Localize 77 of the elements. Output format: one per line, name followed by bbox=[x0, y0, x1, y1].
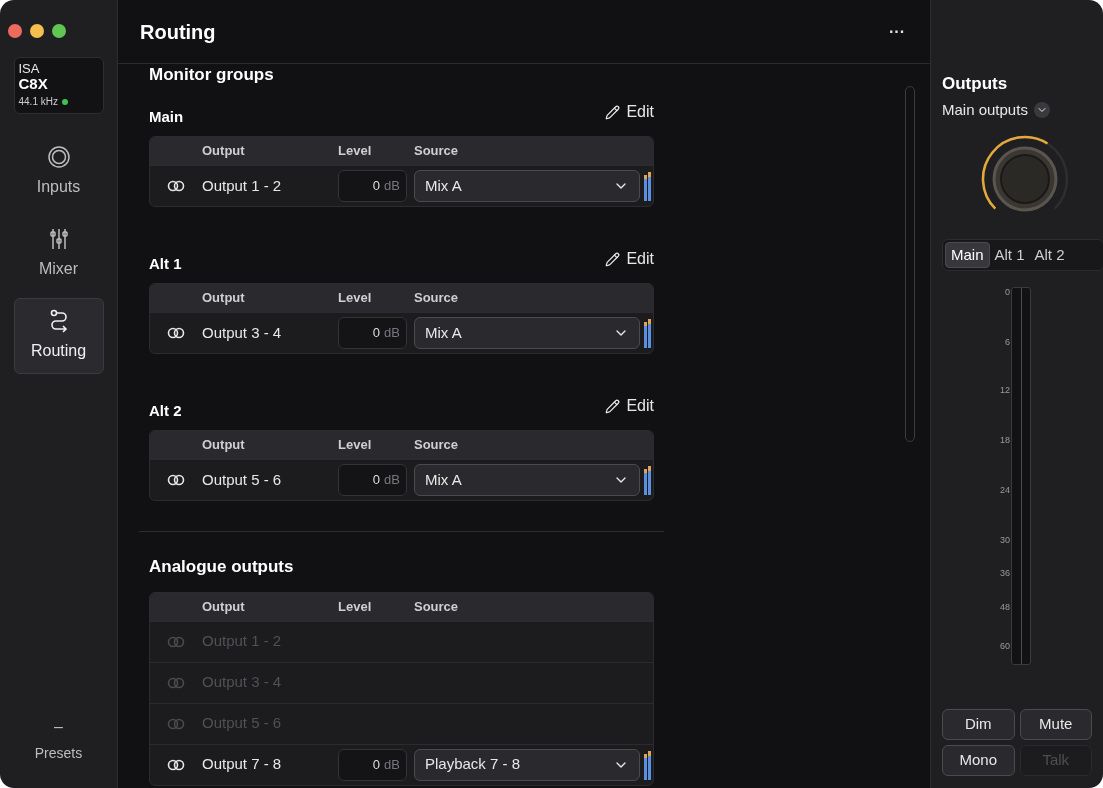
linked-rings-icon bbox=[167, 676, 185, 689]
nav-item[interactable]: Inputs bbox=[13, 134, 104, 210]
source-dropdown[interactable]: Mix A bbox=[414, 317, 640, 349]
linked-rings-icon bbox=[167, 758, 185, 771]
scale-label: 30 bbox=[1000, 535, 1010, 545]
column-header: Level bbox=[338, 289, 373, 308]
linked-rings-icon bbox=[167, 635, 185, 648]
nav-item[interactable]: Routing bbox=[13, 298, 104, 374]
scale-label: 24 bbox=[1000, 485, 1010, 495]
pencil-icon bbox=[605, 104, 621, 120]
output-name: Output 5 - 6 bbox=[202, 469, 283, 490]
level-field[interactable]: 0 dB bbox=[338, 748, 407, 781]
edit-button[interactable]: Edit bbox=[605, 247, 654, 271]
device-brand: ISA bbox=[18, 62, 41, 76]
column-header: Output bbox=[202, 597, 246, 616]
group-name: Main bbox=[149, 106, 184, 127]
group-name: Alt 2 bbox=[149, 400, 182, 421]
group-name: Alt 1 bbox=[149, 253, 182, 274]
level-meter-icon bbox=[644, 318, 651, 348]
linked-rings-icon bbox=[167, 717, 185, 730]
column-header: Output bbox=[202, 436, 246, 455]
presets-button[interactable]: – Presets bbox=[34, 719, 83, 764]
device-model: C8X bbox=[18, 76, 49, 92]
monitor-control-button[interactable]: Mute bbox=[1019, 709, 1092, 740]
scale-label: 12 bbox=[1000, 385, 1010, 395]
pencil-icon bbox=[605, 251, 621, 267]
column-header: Source bbox=[414, 436, 459, 455]
column-header: Source bbox=[414, 597, 459, 616]
panel-title: Outputs bbox=[942, 73, 1009, 95]
column-header: Level bbox=[338, 436, 373, 455]
page-title: Routing bbox=[140, 19, 216, 45]
column-header: Output bbox=[202, 142, 246, 161]
linked-rings-icon bbox=[167, 474, 185, 486]
linked-rings-icon bbox=[167, 327, 185, 339]
column-header: Output bbox=[202, 289, 246, 308]
outputs-selector[interactable]: Main outputs bbox=[942, 98, 1092, 121]
level-meter-icon bbox=[644, 749, 651, 780]
scale-label: 36 bbox=[1000, 568, 1010, 578]
output-name: Output 1 - 2 bbox=[202, 175, 283, 196]
level-field[interactable]: 0 dB bbox=[338, 317, 407, 349]
edit-button[interactable]: Edit bbox=[605, 394, 654, 418]
minimize-window-button[interactable] bbox=[30, 24, 44, 38]
level-meter-icon bbox=[644, 465, 651, 495]
level-meter-icon bbox=[644, 171, 651, 201]
more-menu-button[interactable]: ··· bbox=[889, 19, 905, 44]
monitor-tab[interactable]: Alt 2 bbox=[1029, 242, 1070, 268]
monitor-tab[interactable]: Main bbox=[945, 242, 990, 268]
linked-rings-icon bbox=[167, 180, 185, 192]
source-dropdown[interactable]: Playback 7 - 8 bbox=[414, 748, 640, 781]
level-field[interactable]: 0 dB bbox=[338, 464, 407, 496]
monitor-control-button[interactable]: Mono bbox=[942, 745, 1015, 776]
column-header: Level bbox=[338, 597, 373, 616]
scale-label: 60 bbox=[1000, 641, 1010, 651]
source-dropdown[interactable]: Mix A bbox=[414, 464, 640, 496]
monitor-tab[interactable]: Alt 1 bbox=[989, 242, 1030, 268]
sample-rate: 44.1 kHz bbox=[18, 95, 58, 109]
source-dropdown[interactable]: Mix A bbox=[414, 170, 640, 202]
scale-label: 0 bbox=[1005, 287, 1010, 297]
column-header: Source bbox=[414, 142, 459, 161]
level-field[interactable]: 0 dB bbox=[338, 170, 407, 202]
section-title: Monitor groups bbox=[149, 64, 275, 86]
output-name: Output 7 - 8 bbox=[202, 754, 283, 775]
zoom-window-button[interactable] bbox=[52, 24, 66, 38]
monitor-control-button[interactable]: Dim bbox=[942, 709, 1015, 740]
column-header: Source bbox=[414, 289, 459, 308]
pencil-icon bbox=[605, 398, 621, 414]
close-window-button[interactable] bbox=[8, 24, 22, 38]
scale-label: 18 bbox=[1000, 435, 1010, 445]
sliders-icon bbox=[48, 227, 69, 251]
edit-button[interactable]: Edit bbox=[605, 100, 654, 124]
scale-label: 48 bbox=[1000, 602, 1010, 612]
scale-label: 6 bbox=[1005, 337, 1010, 347]
nav-item[interactable]: Mixer bbox=[13, 216, 104, 292]
column-header: Level bbox=[338, 142, 373, 161]
output-name: Output 3 - 4 bbox=[202, 322, 283, 343]
concentric-circles-icon bbox=[46, 145, 71, 169]
section-title: Analogue outputs bbox=[149, 556, 295, 578]
